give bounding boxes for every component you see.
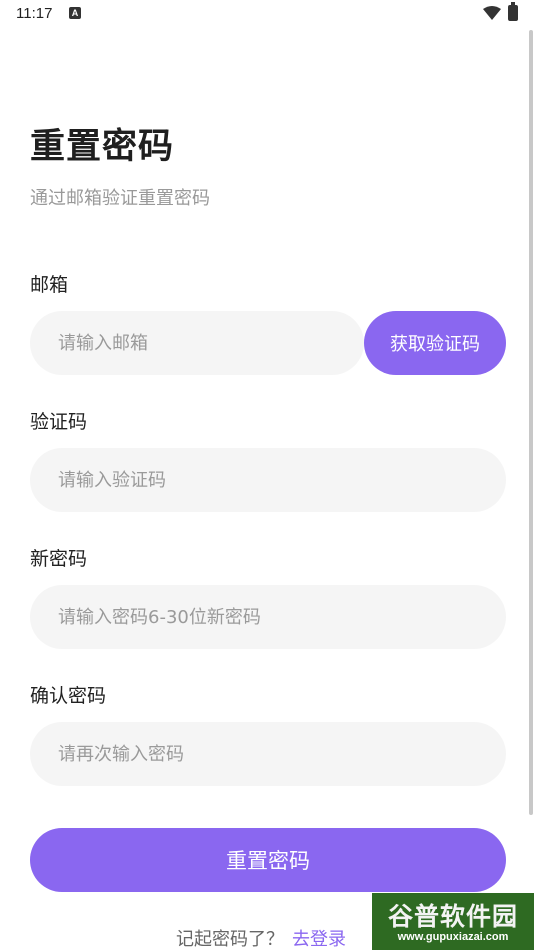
status-bar: 11:17 A [0,0,534,30]
watermark-url: www.gupuxiazai.com [397,931,509,943]
confirm-password-label: 确认密码 [30,685,107,707]
confirm-password-input[interactable] [30,722,506,786]
email-input[interactable] [30,311,364,375]
code-label: 验证码 [30,411,88,433]
remember-password-text: 记起密码了？ [176,929,284,950]
login-link[interactable]: 去登录 [292,929,346,950]
footer: 记起密码了？ 去登录 [176,925,346,950]
status-time: 11:17 [16,5,53,22]
reset-password-button[interactable]: 重置密码 [30,828,506,892]
watermark-brand: 谷普软件园 [387,902,518,931]
get-code-button[interactable]: 获取验证码 [364,311,506,375]
wifi-icon [483,6,501,20]
code-input[interactable] [30,448,506,512]
scrollbar[interactable] [529,30,533,815]
notification-a-icon: A [69,7,81,19]
watermark-logo: 谷普软件园 www.gupuxiazai.com [372,893,534,950]
page-subtitle: 通过邮箱验证重置密码 [30,188,210,209]
email-label: 邮箱 [30,274,69,296]
battery-icon [508,2,518,21]
page-title: 重置密码 [30,127,175,167]
new-password-input[interactable] [30,585,506,649]
new-password-label: 新密码 [30,548,88,570]
